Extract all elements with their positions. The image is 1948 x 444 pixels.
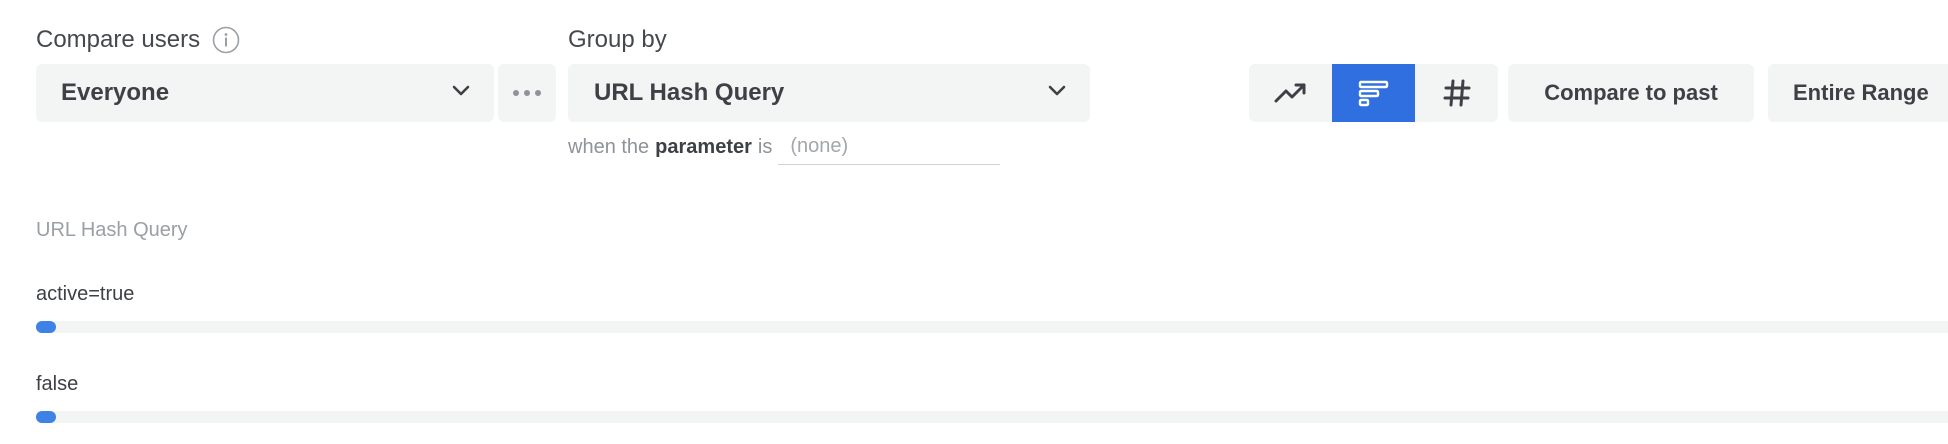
result-bar-fill[interactable] (36, 321, 56, 333)
result-row-label: false (36, 373, 79, 395)
results-title: URL Hash Query (36, 219, 188, 241)
chevron-down-icon (1048, 84, 1066, 102)
info-icon[interactable] (212, 26, 240, 54)
group-by-value: URL Hash Query (594, 79, 785, 106)
horizontal-bars-icon (1358, 80, 1388, 107)
bar-chart-view-button[interactable] (1332, 64, 1415, 122)
compare-users-label: Compare users (36, 26, 201, 53)
compare-to-past-button[interactable]: Compare to past (1508, 64, 1754, 122)
line-chart-view-button[interactable] (1249, 64, 1332, 122)
chevron-down-icon (452, 84, 470, 102)
hash-icon (1443, 79, 1470, 107)
date-range-button[interactable]: Entire Range (1768, 64, 1948, 122)
more-options-button[interactable] (498, 64, 556, 122)
is-text: is (757, 135, 773, 158)
parameter-text: parameter (655, 135, 752, 158)
compare-users-heading: Compare users (36, 26, 240, 54)
parameter-input[interactable] (778, 129, 1001, 165)
group-by-select[interactable]: URL Hash Query (568, 64, 1090, 122)
parameter-row: when the parameter is (568, 129, 1001, 165)
trending-up-icon (1274, 83, 1305, 103)
group-by-label: Group by (568, 26, 667, 53)
more-dots-icon (498, 90, 556, 96)
result-row-label: active=true (36, 283, 135, 305)
compare-users-select[interactable]: Everyone (36, 64, 494, 122)
compare-users-value: Everyone (61, 79, 170, 106)
number-view-button[interactable] (1415, 64, 1498, 122)
view-type-toggle (1249, 64, 1498, 122)
result-bar-track (36, 411, 1948, 423)
result-bar-track (36, 321, 1948, 333)
when-the-text: when the (568, 135, 650, 158)
result-bar-fill[interactable] (36, 411, 56, 423)
